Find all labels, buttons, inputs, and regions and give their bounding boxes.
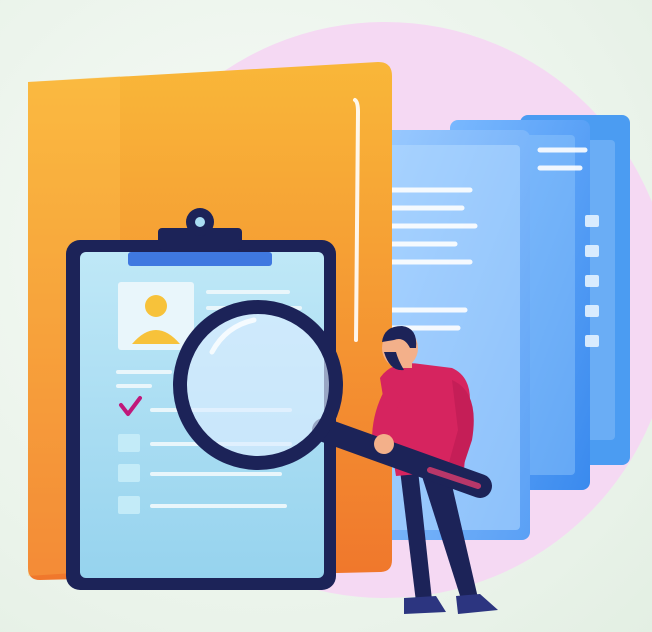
hand [374, 434, 394, 454]
illustration-canvas [28, 22, 652, 614]
illustration-scene [0, 0, 652, 632]
